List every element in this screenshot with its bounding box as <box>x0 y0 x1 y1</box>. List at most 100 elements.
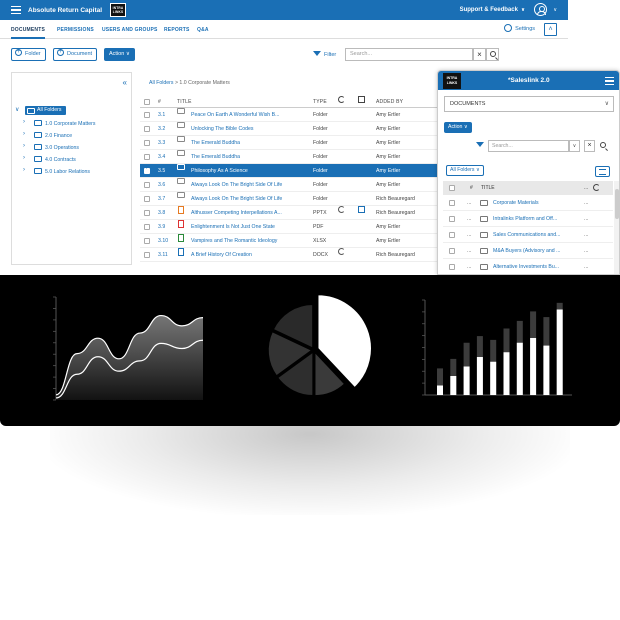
side-action-button[interactable]: Action ∨ <box>444 122 472 133</box>
chevron-right-icon[interactable]: › <box>23 167 25 173</box>
search-input[interactable]: Search... <box>345 48 473 61</box>
side-list-item[interactable]: ... M&A Buyers (Advisory and ...... <box>443 243 613 259</box>
chevron-right-icon[interactable]: › <box>23 155 25 161</box>
select-all-checkbox[interactable] <box>449 185 455 191</box>
tab-users-and-groups[interactable]: USERS AND GROUPS <box>102 20 158 39</box>
row-checkbox[interactable] <box>449 232 455 238</box>
row-checkbox[interactable] <box>144 140 150 146</box>
user-avatar-icon[interactable] <box>534 3 547 16</box>
tree-item-contracts[interactable]: 4.0 Contracts <box>34 155 76 165</box>
filter-icon[interactable] <box>476 142 484 147</box>
row-checkbox[interactable] <box>144 126 150 132</box>
col-title[interactable]: TITLE <box>177 96 192 108</box>
search-button[interactable] <box>486 48 499 61</box>
chevron-down-icon[interactable]: ∨ <box>569 140 580 152</box>
col-added-by[interactable]: ADDED BY <box>376 96 403 108</box>
row-title[interactable]: Althusser Competing Interpellations A... <box>191 206 282 220</box>
side-search-input[interactable]: Search... <box>488 140 569 152</box>
chevron-right-icon[interactable]: › <box>23 131 25 137</box>
search-button[interactable] <box>597 140 608 152</box>
table-row[interactable]: 3.9 Enlightenment Is Not Just One State PD… <box>140 220 440 234</box>
row-checkbox[interactable] <box>449 248 455 254</box>
table-row[interactable]: 3.1 Peace On Earth A Wonderful Wish B... F… <box>140 108 440 122</box>
row-title[interactable]: M&A Buyers (Advisory and ... <box>493 243 560 259</box>
clear-search-button[interactable]: × <box>584 140 595 152</box>
row-title[interactable]: Peace On Earth A Wonderful Wish B... <box>191 108 279 122</box>
table-row[interactable]: 3.3 The Emerald Buddha Folder Amy Ertler <box>140 136 440 150</box>
row-title[interactable]: Enlightenment Is Not Just One State <box>191 220 275 234</box>
row-menu[interactable]: ... <box>467 243 471 259</box>
row-menu[interactable]: ... <box>467 259 471 274</box>
table-row[interactable]: ✓ 3.5 Philosophy As A Science Folder Amy Ert… <box>140 164 440 178</box>
row-checkbox[interactable] <box>144 238 150 244</box>
row-menu[interactable]: ... <box>467 227 471 243</box>
tree-item-corporate-matters[interactable]: 1.0 Corporate Matters <box>34 119 95 129</box>
row-title[interactable]: Sales Communications and... <box>493 227 560 243</box>
row-checkbox[interactable] <box>144 252 150 258</box>
row-checkbox[interactable] <box>144 196 150 202</box>
row-checkbox[interactable] <box>144 224 150 230</box>
chevron-down-icon[interactable]: ∨ <box>15 106 19 113</box>
table-row[interactable]: 3.4 The Emerald Buddha Folder Amy Ertler <box>140 150 440 164</box>
table-row[interactable]: 3.8 Althusser Competing Interpellations A… <box>140 206 440 220</box>
row-checkbox[interactable]: ✓ <box>144 165 150 174</box>
tab-reports[interactable]: REPORTS <box>164 20 190 39</box>
add-document-button[interactable]: + Document <box>53 48 98 61</box>
row-title[interactable]: Philosophy As A Science <box>191 164 248 178</box>
row-checkbox[interactable] <box>449 264 455 270</box>
tab-qa[interactable]: Q&A <box>197 20 209 39</box>
filter-button[interactable]: Filter <box>313 49 336 61</box>
row-menu[interactable]: ... <box>467 195 471 211</box>
table-row[interactable]: 3.7 Always Look On The Bright Side Of Lif… <box>140 192 440 206</box>
settings-button[interactable]: Settings <box>504 20 535 39</box>
row-title[interactable]: Unlocking The Bible Codes <box>191 122 253 136</box>
row-title[interactable]: Vampires and The Romantic Ideology <box>191 234 277 248</box>
row-more[interactable]: ... <box>584 243 588 259</box>
tree-item-finance[interactable]: 2.0 Finance <box>34 131 72 141</box>
view-toggle-button[interactable] <box>595 166 610 177</box>
row-checkbox[interactable] <box>449 216 455 222</box>
row-title[interactable]: A Brief History Of Creation <box>191 248 252 262</box>
section-dropdown[interactable]: DOCUMENTS ∨ <box>444 96 614 112</box>
sync-icon[interactable] <box>338 248 345 255</box>
row-more[interactable]: ... <box>584 227 588 243</box>
tab-documents[interactable]: DOCUMENTS <box>11 20 46 39</box>
side-list-item[interactable]: ... Intralinks Platform and Off...... <box>443 211 613 227</box>
tree-item-labor-relations[interactable]: 5.0 Labor Relations <box>34 167 90 177</box>
tree-item-all-folders[interactable]: All Folders <box>25 106 66 115</box>
chevron-down-icon[interactable]: ∨ <box>553 0 557 20</box>
row-title[interactable]: The Emerald Buddha <box>191 136 240 150</box>
chevron-right-icon[interactable]: › <box>23 119 25 125</box>
row-title[interactable]: Corporate Materials <box>493 195 539 211</box>
row-title[interactable]: Alternative Investments Bu... <box>493 259 559 274</box>
row-checkbox[interactable] <box>144 182 150 188</box>
edit-icon[interactable] <box>358 206 365 213</box>
table-row[interactable]: 3.2 Unlocking The Bible Codes Folder Amy Er… <box>140 122 440 136</box>
col-title[interactable]: TITLE <box>481 181 495 195</box>
select-all-checkbox[interactable] <box>144 99 150 105</box>
row-title[interactable]: The Emerald Buddha <box>191 150 240 164</box>
row-checkbox[interactable] <box>144 210 150 216</box>
side-list-item[interactable]: ... Sales Communications and...... <box>443 227 613 243</box>
row-more[interactable]: ... <box>584 195 588 211</box>
support-feedback-menu[interactable]: Support & Feedback ∨ <box>460 0 525 20</box>
col-num[interactable]: # <box>158 96 161 108</box>
scrollbar[interactable] <box>614 181 619 274</box>
all-folders-dropdown[interactable]: All Folders ∨ <box>446 165 484 176</box>
row-checkbox[interactable] <box>449 200 455 206</box>
side-list-item[interactable]: ... Alternative Investments Bu...... <box>443 259 613 274</box>
collapse-up-button[interactable]: ˄ <box>544 23 557 36</box>
side-list-item[interactable]: ... Corporate Materials... <box>443 195 613 211</box>
breadcrumb-link[interactable]: All Folders <box>149 80 174 86</box>
menu-icon[interactable] <box>605 77 614 85</box>
row-more[interactable]: ... <box>584 211 588 227</box>
row-checkbox[interactable] <box>144 112 150 118</box>
clear-search-button[interactable]: × <box>473 48 486 61</box>
sync-icon[interactable] <box>338 206 345 213</box>
row-more[interactable]: ... <box>584 259 588 274</box>
col-type[interactable]: TYPE <box>313 96 327 108</box>
row-title[interactable]: Always Look On The Bright Side Of Life <box>191 192 282 206</box>
action-button[interactable]: Action ∨ <box>104 48 135 61</box>
col-num[interactable]: # <box>470 181 473 195</box>
table-row[interactable]: 3.6 Always Look On The Bright Side Of Lif… <box>140 178 440 192</box>
